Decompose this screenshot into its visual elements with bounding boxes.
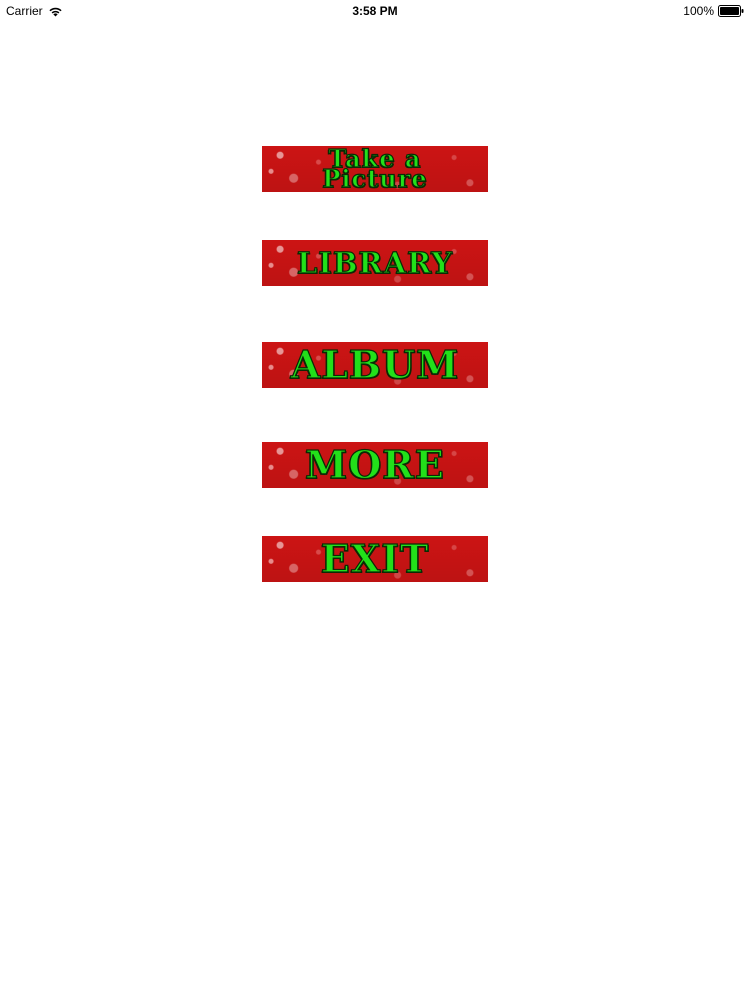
exit-label: EXIT	[320, 536, 430, 581]
status-bar-right: 100%	[683, 4, 744, 18]
status-bar: Carrier 3:58 PM 100%	[0, 0, 750, 22]
album-button[interactable]: ALBUM	[262, 342, 488, 388]
library-button[interactable]: LIBRARY	[262, 240, 488, 286]
take-picture-button[interactable]: Take a Picture	[262, 146, 488, 192]
battery-percentage: 100%	[683, 4, 714, 18]
clock: 3:58 PM	[352, 4, 398, 18]
exit-button[interactable]: EXIT	[262, 536, 488, 582]
library-label: LIBRARY	[296, 245, 453, 280]
take-picture-label: Take a Picture	[322, 146, 428, 192]
battery-icon	[718, 5, 744, 17]
more-label: MORE	[305, 442, 445, 487]
more-button[interactable]: MORE	[262, 442, 488, 488]
album-label: ALBUM	[290, 342, 460, 387]
